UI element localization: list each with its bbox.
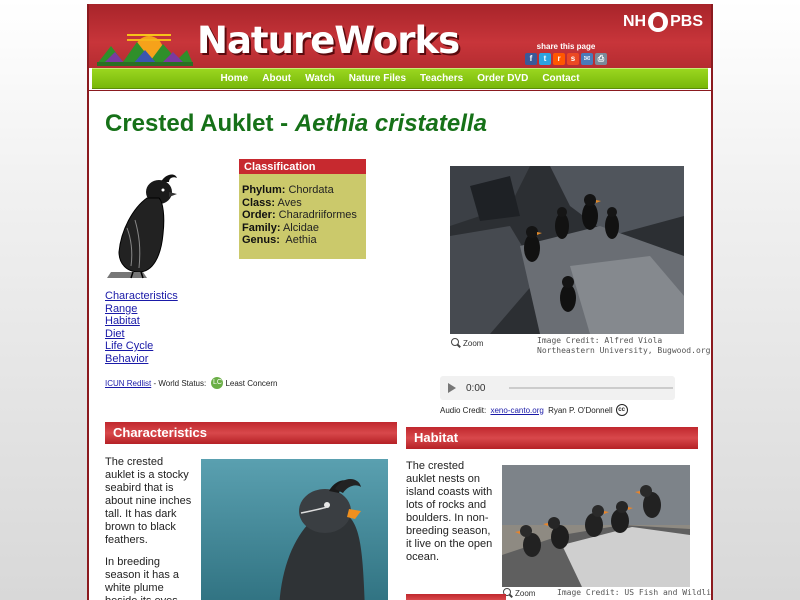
- pbs-label: PBS: [670, 13, 703, 30]
- diet-heading: [406, 594, 506, 600]
- zoom-link[interactable]: Zoom: [503, 588, 535, 598]
- mountain-sunrise-logo-icon[interactable]: [97, 28, 193, 66]
- nav-home[interactable]: Home: [213, 69, 255, 88]
- link-habitat[interactable]: Habitat: [105, 315, 178, 328]
- pbs-head-icon: [648, 12, 669, 32]
- classification-header: Classification: [239, 159, 366, 174]
- nav-contact[interactable]: Contact: [535, 69, 586, 88]
- conservation-status: ICUN Redlist - World Status: LC Least Co…: [105, 377, 277, 389]
- play-icon[interactable]: [448, 383, 456, 393]
- status-text: - World Status:: [151, 378, 209, 388]
- characteristics-heading: Characteristics: [105, 422, 397, 444]
- nav-about[interactable]: About: [255, 69, 298, 88]
- classification-box: Classification Phylum: Chordata Class: A…: [239, 159, 366, 259]
- nhpbs-logo[interactable]: NH PBS: [623, 12, 703, 32]
- zoom-label: Zoom: [515, 588, 536, 598]
- common-name: Crested Auklet -: [105, 110, 295, 137]
- site-title[interactable]: NatureWorks: [197, 19, 460, 62]
- audio-progress-slider[interactable]: [509, 387, 674, 389]
- xeno-canto-link[interactable]: xeno-canto.org: [490, 406, 543, 415]
- main-nav: Home About Watch Nature Files Teachers O…: [92, 68, 708, 89]
- classification-row: Class: Aves: [242, 196, 302, 209]
- link-diet[interactable]: Diet: [105, 328, 178, 341]
- classification-body: Phylum: Chordata Class: Aves Order: Char…: [239, 174, 366, 247]
- share-icons: f t r s ✉ ⎙: [519, 53, 613, 65]
- bird-sketch-image: [107, 174, 177, 279]
- share-label: share this page: [536, 42, 596, 51]
- audio-time: 0:00: [466, 382, 486, 394]
- content-divider: [89, 90, 711, 91]
- print-icon[interactable]: ⎙: [595, 53, 607, 65]
- link-behavior[interactable]: Behavior: [105, 353, 178, 366]
- image-credit: Image Credit: US Fish and Wildlife: [557, 588, 713, 597]
- twitter-icon[interactable]: t: [539, 53, 551, 65]
- auklets-on-rocks-photo[interactable]: [450, 166, 684, 334]
- habitat-heading: Habitat: [406, 427, 698, 449]
- nav-teachers[interactable]: Teachers: [413, 69, 470, 88]
- facebook-icon[interactable]: f: [525, 53, 537, 65]
- reddit-icon[interactable]: r: [553, 53, 565, 65]
- section-links: Characteristics Range Habitat Diet Life …: [105, 290, 178, 365]
- broadcaster-label: NH: [622, 13, 647, 30]
- email-icon[interactable]: ✉: [581, 53, 593, 65]
- classification-row: Phylum: Chordata: [242, 184, 334, 196]
- page-container: NatureWorks NH PBS share this page f t r…: [87, 4, 713, 600]
- image-credit: Image Credit: Alfred Viola Northeastern …: [537, 336, 711, 355]
- nav-watch[interactable]: Watch: [298, 69, 342, 88]
- least-concern-icon: LC: [211, 377, 224, 389]
- stumbleupon-icon[interactable]: s: [567, 53, 579, 65]
- link-life-cycle[interactable]: Life Cycle: [105, 340, 178, 353]
- characteristics-text: The crested auklet is a stocky seabird t…: [105, 456, 192, 600]
- site-header: NatureWorks NH PBS share this page f t r…: [89, 4, 711, 68]
- status-value: Least Concern: [225, 378, 278, 388]
- nav-nature-files[interactable]: Nature Files: [342, 69, 413, 88]
- classification-row: Genus: Aethia: [242, 234, 317, 246]
- zoom-label: Zoom: [463, 338, 484, 348]
- audio-player: 0:00: [440, 376, 675, 400]
- scientific-name: Aethia cristatella: [294, 110, 487, 137]
- classification-row: Order: Charadriiformes: [242, 209, 357, 221]
- classification-row: Family: Alcidae: [242, 221, 320, 234]
- zoom-link[interactable]: Zoom: [451, 338, 483, 348]
- habitat-text: The crested auklet nests on island coast…: [406, 460, 493, 563]
- page-title: Crested Auklet - Aethia cristatella: [105, 110, 487, 138]
- audio-credit: Audio Credit: xeno-canto.org Ryan P. O'D…: [440, 404, 628, 416]
- share-panel: share this page f t r s ✉ ⎙: [519, 42, 613, 65]
- link-characteristics[interactable]: Characteristics: [105, 290, 178, 303]
- nav-order-dvd[interactable]: Order DVD: [470, 69, 535, 88]
- crested-auklet-closeup-photo[interactable]: [201, 459, 388, 600]
- magnifier-icon: [451, 338, 461, 348]
- auklet-colony-photo[interactable]: [502, 465, 690, 587]
- link-range[interactable]: Range: [105, 303, 178, 316]
- creative-commons-icon: cc: [615, 404, 628, 416]
- iucn-redlist-link[interactable]: ICUN Redlist: [105, 379, 151, 388]
